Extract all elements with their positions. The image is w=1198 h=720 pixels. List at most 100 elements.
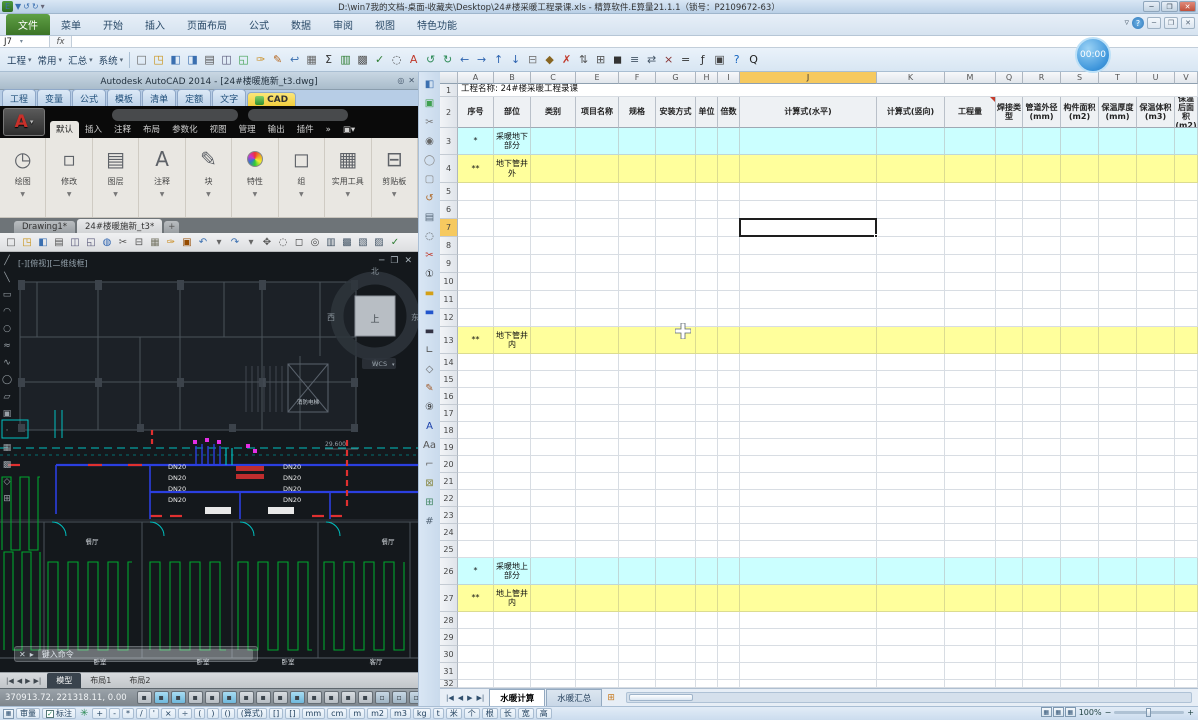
panel-expand-icon[interactable]: ▼: [299, 191, 304, 198]
cell[interactable]: [656, 646, 696, 663]
cell[interactable]: [996, 327, 1023, 354]
ribbon-tab-3[interactable]: 页面布局: [176, 14, 238, 35]
hatch-icon[interactable]: ▦: [3, 443, 12, 453]
cell[interactable]: [1137, 612, 1175, 629]
cell[interactable]: [1137, 558, 1175, 585]
row-header-26[interactable]: 26: [440, 558, 458, 585]
cell[interactable]: [531, 405, 576, 422]
cell[interactable]: [740, 255, 877, 273]
cell[interactable]: [1099, 646, 1137, 663]
hscroll-thumb[interactable]: [628, 694, 693, 701]
ribbon-tab-8[interactable]: 特色功能: [406, 14, 468, 35]
cell[interactable]: [1137, 155, 1175, 183]
cell[interactable]: [494, 629, 531, 646]
row-header-28[interactable]: 28: [440, 612, 458, 629]
cell[interactable]: [1137, 183, 1175, 201]
cell[interactable]: [1061, 155, 1099, 183]
cell[interactable]: [1099, 291, 1137, 309]
cell[interactable]: [458, 405, 494, 422]
row-header-31[interactable]: 31: [440, 663, 458, 680]
cell[interactable]: [458, 524, 494, 541]
cell[interactable]: [576, 128, 619, 155]
cell[interactable]: [740, 201, 877, 219]
cell[interactable]: [458, 490, 494, 507]
vp-minimize-icon[interactable]: ─: [379, 256, 384, 266]
cell[interactable]: [1175, 680, 1198, 688]
cell[interactable]: [576, 422, 619, 439]
row-header-19[interactable]: 19: [440, 439, 458, 456]
cell[interactable]: [1137, 327, 1175, 354]
cell[interactable]: [945, 405, 996, 422]
cell[interactable]: [458, 680, 494, 688]
axis-grid-icon[interactable]: ⊞: [422, 495, 438, 510]
cell[interactable]: [1099, 388, 1137, 405]
panel-expand-icon[interactable]: ▼: [160, 191, 165, 198]
cell[interactable]: [996, 201, 1023, 219]
cell[interactable]: [945, 388, 996, 405]
toolbar-menu-2[interactable]: 汇总: [65, 51, 96, 69]
region-icon[interactable]: ◇: [4, 477, 11, 487]
cell[interactable]: [718, 183, 740, 201]
eye-icon[interactable]: ◉: [422, 134, 438, 149]
cell[interactable]: [494, 183, 531, 201]
cell[interactable]: [996, 255, 1023, 273]
cell[interactable]: [531, 663, 576, 680]
cell[interactable]: [531, 524, 576, 541]
polar-toggle[interactable]: ▪: [204, 691, 220, 704]
cell[interactable]: [696, 291, 718, 309]
col-header-S[interactable]: S: [1061, 72, 1099, 84]
normal-view-icon[interactable]: ▦: [1040, 707, 1052, 717]
namebox-dropdown-icon[interactable]: ▾: [20, 38, 23, 45]
drawing-tab-0[interactable]: Drawing1*: [14, 221, 76, 233]
cell[interactable]: [740, 646, 877, 663]
cell[interactable]: [494, 612, 531, 629]
cell[interactable]: [656, 237, 696, 255]
open-icon[interactable]: ◳: [19, 234, 35, 250]
sheet-tab-水暖计算[interactable]: 水暖计算: [489, 689, 546, 706]
cell[interactable]: [619, 201, 656, 219]
header-cell-H[interactable]: 单位: [696, 97, 718, 128]
cell[interactable]: [996, 291, 1023, 309]
cell[interactable]: [740, 155, 877, 183]
cell[interactable]: [740, 439, 877, 456]
cell[interactable]: [1175, 422, 1198, 439]
cell[interactable]: [945, 291, 996, 309]
cell[interactable]: [740, 612, 877, 629]
cell[interactable]: [1137, 473, 1175, 490]
cell[interactable]: [1023, 183, 1061, 201]
cell[interactable]: [1175, 371, 1198, 388]
cell[interactable]: [494, 405, 531, 422]
cell[interactable]: [996, 490, 1023, 507]
op-button-7[interactable]: (: [194, 708, 206, 719]
row-header-8[interactable]: 8: [440, 237, 458, 255]
cell[interactable]: [1175, 473, 1198, 490]
cell[interactable]: [656, 507, 696, 524]
cell[interactable]: [1023, 128, 1061, 155]
cell[interactable]: [576, 629, 619, 646]
ribbon-tab-7[interactable]: 视图: [364, 14, 406, 35]
cell[interactable]: [619, 327, 656, 354]
cell[interactable]: [531, 507, 576, 524]
osnap3d-toggle[interactable]: ▪: [238, 691, 254, 704]
markup-icon[interactable]: ✓: [387, 234, 403, 250]
op-button-18[interactable]: kg: [412, 708, 431, 719]
cell[interactable]: [1099, 507, 1137, 524]
header-cell-J[interactable]: 计算式(水平): [740, 97, 877, 128]
cell[interactable]: [1023, 354, 1061, 371]
panel-expand-icon[interactable]: ▼: [392, 191, 397, 198]
cell[interactable]: [996, 585, 1023, 612]
cell[interactable]: [1061, 309, 1099, 327]
cell[interactable]: [458, 255, 494, 273]
name-box[interactable]: J7 ▾: [0, 36, 50, 47]
cell[interactable]: [1137, 309, 1175, 327]
cell[interactable]: [619, 354, 656, 371]
cell[interactable]: [945, 612, 996, 629]
grid-icon[interactable]: ▦: [3, 708, 14, 719]
cell[interactable]: [877, 473, 945, 490]
cell[interactable]: 地下管井内: [494, 327, 531, 354]
op-button-6[interactable]: ÷: [177, 708, 193, 719]
acad-tab-2[interactable]: 注释: [108, 121, 137, 138]
cell[interactable]: [494, 354, 531, 371]
cell[interactable]: [740, 273, 877, 291]
cell[interactable]: [576, 473, 619, 490]
